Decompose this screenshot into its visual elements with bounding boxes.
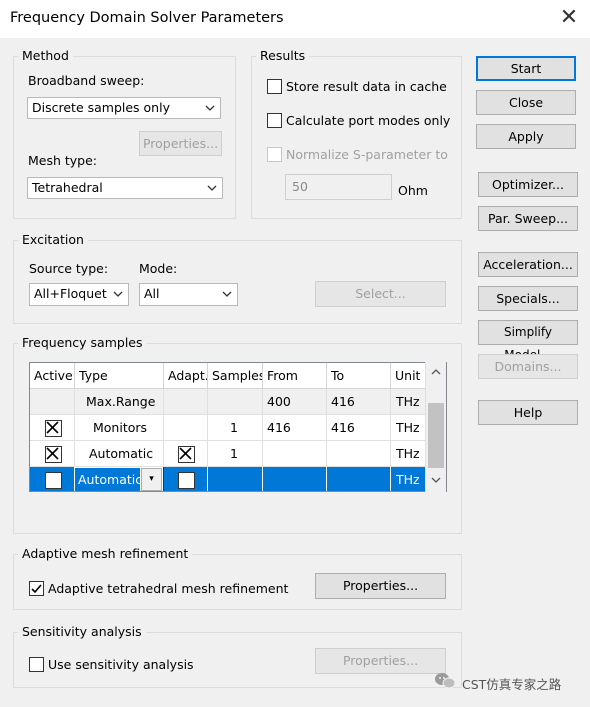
type-combo-value: Automatic	[75, 468, 142, 491]
table-row-from-cell[interactable]: 400	[263, 389, 327, 415]
broadband-sweep-label: Broadband sweep:	[28, 73, 145, 88]
start-button[interactable]: Start	[476, 56, 576, 81]
table-row-to-cell[interactable]	[327, 467, 391, 491]
column-header-unit[interactable]: Unit	[391, 363, 426, 389]
table-row-active-cell	[30, 467, 75, 491]
table-row-samples-cell[interactable]: 1	[208, 415, 263, 441]
acceleration-button[interactable]: Acceleration...	[478, 252, 578, 277]
mode-select[interactable]: All	[139, 283, 238, 306]
table-row-active-cell	[30, 441, 75, 467]
close-button[interactable]: Close	[476, 90, 576, 115]
source-type-value: All+Floquet	[34, 286, 107, 301]
domains-button[interactable]: Domains...	[478, 354, 578, 379]
table-row-unit-cell: THz	[391, 389, 426, 415]
wechat-icon	[434, 672, 456, 690]
window-title: Frequency Domain Solver Parameters	[10, 10, 284, 26]
method-properties-button[interactable]: Properties...	[139, 131, 222, 156]
chevron-down-icon	[205, 98, 215, 125]
broadband-sweep-select[interactable]: Discrete samples only	[27, 97, 221, 119]
results-group-label: Results	[256, 48, 310, 63]
mesh-type-value: Tetrahedral	[32, 180, 103, 195]
column-header-adapt[interactable]: Adapt.	[164, 363, 208, 389]
specials-button[interactable]: Specials...	[478, 286, 578, 311]
scroll-up-icon[interactable]	[428, 366, 444, 382]
impedance-input[interactable]: 50	[285, 174, 392, 200]
table-row-adapt-cell	[164, 441, 208, 467]
normalize-label: Normalize S-parameter to	[286, 147, 448, 162]
excitation-group-label: Excitation	[18, 232, 88, 247]
chevron-down-icon	[222, 284, 232, 311]
adaptive-mesh-checkbox[interactable]	[29, 581, 44, 596]
frequency-samples-group-label: Frequency samples	[18, 335, 147, 350]
watermark-text: CST仿真专家之路	[462, 677, 562, 692]
column-header-to[interactable]: To	[327, 363, 391, 389]
table-row-type-combo[interactable]: Automatic ▾	[75, 467, 164, 491]
adaptive-mesh-properties-button[interactable]: Properties...	[315, 573, 446, 599]
source-type-label: Source type:	[29, 261, 109, 276]
table-row-to-cell[interactable]: 416	[327, 389, 391, 415]
par-sweep-button[interactable]: Par. Sweep...	[478, 206, 578, 231]
table-row-samples-cell	[208, 389, 263, 415]
column-header-samples[interactable]: Samples	[208, 363, 263, 389]
table-row-from-cell[interactable]	[263, 441, 327, 467]
simplify-model-button[interactable]: Simplify Model...	[478, 320, 578, 362]
normalize-checkbox[interactable]	[267, 147, 282, 162]
sensitivity-properties-button[interactable]: Properties...	[315, 648, 446, 674]
table-row-type-cell[interactable]: Monitors	[75, 415, 164, 441]
mesh-type-select[interactable]: Tetrahedral	[27, 177, 223, 199]
adapt-checkbox[interactable]	[178, 472, 195, 489]
sensitivity-label: Use sensitivity analysis	[48, 657, 194, 672]
table-row-unit-cell: THz	[391, 467, 426, 491]
adapt-checkbox[interactable]	[178, 446, 195, 463]
chevron-down-icon	[113, 284, 123, 311]
frequency-samples-table: Active Type Adapt. Samples From To Unit …	[29, 362, 447, 492]
scroll-thumb[interactable]	[428, 403, 444, 468]
table-row-from-cell[interactable]	[263, 467, 327, 491]
mode-label: Mode:	[139, 261, 178, 276]
active-checkbox[interactable]	[45, 420, 62, 437]
table-row-active-cell	[30, 389, 75, 415]
port-modes-label: Calculate port modes only	[286, 113, 451, 128]
adaptive-mesh-label: Adaptive tetrahedral mesh refinement	[48, 581, 289, 596]
method-group-label: Method	[18, 48, 73, 63]
store-cache-checkbox[interactable]	[267, 79, 282, 94]
impedance-unit: Ohm	[398, 183, 428, 198]
table-row-unit-cell: THz	[391, 441, 426, 467]
table-row-to-cell[interactable]	[327, 441, 391, 467]
broadband-sweep-value: Discrete samples only	[32, 100, 170, 115]
store-cache-label: Store result data in cache	[286, 79, 447, 94]
table-row-type-cell[interactable]: Automatic	[75, 441, 164, 467]
scroll-down-icon[interactable]	[428, 474, 444, 490]
type-combo-dropdown-button[interactable]: ▾	[141, 468, 162, 491]
adaptive-mesh-group-label: Adaptive mesh refinement	[18, 546, 193, 561]
sensitivity-group-label: Sensitivity analysis	[18, 624, 146, 639]
active-checkbox[interactable]	[45, 446, 62, 463]
excitation-select-button[interactable]: Select...	[315, 281, 446, 307]
close-window-button[interactable]: ✕	[556, 6, 582, 32]
table-row-adapt-cell	[164, 467, 208, 491]
port-modes-checkbox[interactable]	[267, 113, 282, 128]
table-row-samples-cell[interactable]	[208, 467, 263, 491]
column-header-active[interactable]: Active	[30, 363, 75, 389]
table-row-adapt-cell	[164, 415, 208, 441]
apply-button[interactable]: Apply	[476, 124, 576, 149]
table-row-from-cell[interactable]: 416	[263, 415, 327, 441]
optimizer-button[interactable]: Optimizer...	[478, 172, 578, 197]
mode-value: All	[144, 286, 160, 301]
table-row-active-cell	[30, 415, 75, 441]
table-row-adapt-cell	[164, 389, 208, 415]
checkmark-icon	[31, 584, 42, 594]
table-row-unit-cell: THz	[391, 415, 426, 441]
active-checkbox[interactable]	[45, 472, 62, 489]
table-row-samples-cell[interactable]: 1	[208, 441, 263, 467]
table-row-to-cell[interactable]: 416	[327, 415, 391, 441]
source-type-select[interactable]: All+Floquet	[29, 283, 129, 306]
sensitivity-checkbox[interactable]	[29, 657, 44, 672]
mesh-type-label: Mesh type:	[28, 153, 98, 168]
column-header-from[interactable]: From	[263, 363, 327, 389]
help-button[interactable]: Help	[478, 400, 578, 425]
column-header-type[interactable]: Type	[75, 363, 164, 389]
chevron-down-icon	[207, 178, 217, 205]
table-row-type-cell: Max.Range	[75, 389, 164, 415]
